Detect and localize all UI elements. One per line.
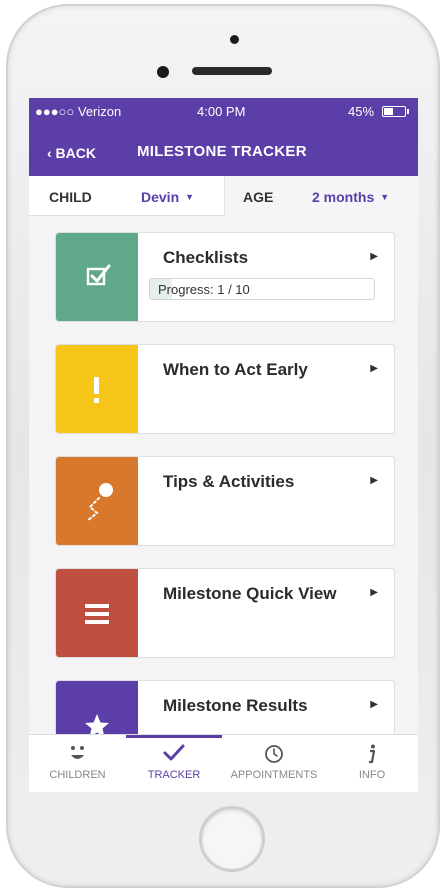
child-value: Devin — [141, 189, 180, 205]
age-value: 2 months — [312, 189, 375, 205]
battery-icon — [382, 106, 406, 117]
progress-text: Progress: 1 / 10 — [158, 282, 250, 297]
chevron-down-icon: ▼ — [380, 192, 390, 202]
age-label: AGE — [243, 189, 274, 205]
tab-tracker[interactable]: TRACKER — [126, 735, 222, 792]
tips-activities-tile — [56, 457, 138, 545]
chevron-down-icon: ▼ — [185, 192, 195, 202]
quick-view-tile — [56, 569, 138, 657]
chevron-right-icon: ▶ — [370, 587, 378, 598]
chevron-right-icon: ▶ — [370, 363, 378, 374]
checklists-card[interactable]: Checklists ▶ Progress: 1 / 10 — [55, 232, 395, 322]
quick-view-card[interactable]: Milestone Quick View ▶ — [55, 568, 395, 658]
checkmark-icon — [163, 744, 185, 761]
results-title: Milestone Results — [163, 696, 308, 715]
progress-bar: Progress: 1 / 10 — [149, 278, 375, 300]
tab-info-label: INFO — [358, 769, 386, 781]
page-title: MILESTONE TRACKER — [137, 143, 307, 160]
app-screen: ●●●○○ Verizon 4:00 PM 45% ‹ BACK MILESTO… — [29, 98, 418, 792]
chevron-right-icon: ▶ — [370, 699, 378, 710]
exclamation-icon — [94, 377, 99, 403]
tab-children[interactable]: CHILDREN — [29, 735, 126, 792]
sensor-dot — [230, 35, 239, 44]
back-button[interactable]: ‹ BACK — [47, 145, 96, 161]
age-selector: AGE 2 months ▼ — [225, 176, 418, 216]
status-bar: ●●●○○ Verizon 4:00 PM 45% — [29, 98, 418, 124]
tips-activities-card[interactable]: Tips & Activities ▶ — [55, 456, 395, 546]
act-early-card[interactable]: When to Act Early ▶ — [55, 344, 395, 434]
clock-icon — [265, 745, 283, 763]
tips-activities-title: Tips & Activities — [163, 472, 295, 491]
act-early-tile — [56, 345, 138, 433]
checklists-tile — [56, 233, 138, 321]
front-camera — [157, 66, 169, 78]
battery-percent: 45% — [348, 104, 375, 119]
chevron-right-icon: ▶ — [370, 475, 378, 486]
bottom-tab-bar: CHILDREN TRACKER APPOINTMENTS INFO — [29, 734, 418, 792]
checkbox-icon — [86, 264, 111, 286]
carrier-label: ●●●○○ Verizon — [35, 104, 122, 119]
battery-nub — [407, 109, 409, 114]
tab-appointments-label: APPOINTMENTS — [230, 769, 318, 781]
tab-children-label: CHILDREN — [49, 769, 106, 781]
smiley-icon — [71, 746, 84, 759]
path-dot-icon — [86, 483, 113, 522]
home-button[interactable] — [199, 806, 265, 872]
child-dropdown[interactable]: Devin ▼ — [141, 189, 194, 205]
info-icon — [369, 744, 376, 764]
tab-appointments[interactable]: APPOINTMENTS — [222, 735, 326, 792]
quick-view-title: Milestone Quick View — [163, 584, 337, 603]
child-age-selector: CHILD Devin ▼ AGE 2 months ▼ — [29, 176, 418, 216]
earpiece-speaker — [192, 67, 272, 75]
child-label: CHILD — [49, 189, 92, 205]
checklists-title: Checklists — [163, 248, 249, 267]
act-early-title: When to Act Early — [163, 360, 308, 379]
tab-info[interactable]: INFO — [326, 735, 418, 792]
age-dropdown[interactable]: 2 months ▼ — [312, 189, 389, 205]
chevron-right-icon: ▶ — [370, 251, 378, 262]
battery-level — [384, 108, 393, 115]
status-time: 4:00 PM — [197, 104, 246, 119]
list-icon — [85, 604, 109, 624]
tab-tracker-label: TRACKER — [147, 769, 201, 781]
nav-bar: ‹ BACK MILESTONE TRACKER — [29, 124, 418, 176]
child-selector: CHILD Devin ▼ — [29, 176, 225, 216]
